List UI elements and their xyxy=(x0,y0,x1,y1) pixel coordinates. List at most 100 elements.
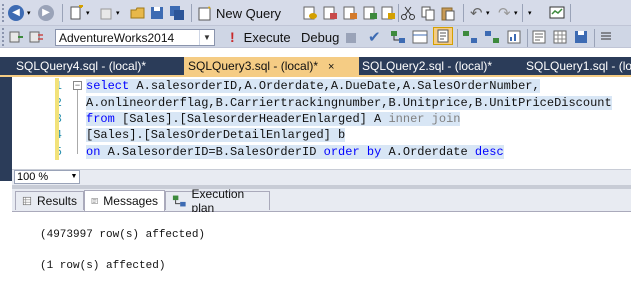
include-actual-plan-button[interactable] xyxy=(462,28,478,46)
back-dropdown[interactable]: ▾ xyxy=(27,4,31,22)
new-query-icon xyxy=(198,6,211,21)
intellisense-icon xyxy=(437,29,449,43)
execute-icon: ! xyxy=(230,29,235,45)
document-tab-bar: SQLQuery4.sql - (local)* SQLQuery3.sql -… xyxy=(0,57,631,75)
db-engine-query-button[interactable] xyxy=(302,4,318,22)
chevron-down-icon[interactable]: ▼ xyxy=(199,30,214,45)
new-item-icon xyxy=(70,5,83,20)
cut-button[interactable] xyxy=(400,4,416,22)
add-item-dropdown[interactable]: ▾ xyxy=(116,4,120,22)
tab-messages[interactable]: Messages xyxy=(84,190,165,211)
keyword: desc xyxy=(474,145,504,159)
left-dock-strip xyxy=(0,77,12,181)
message-line: (1 row(s) affected) xyxy=(40,260,166,272)
stop-button[interactable] xyxy=(346,29,356,47)
dmx-query-icon xyxy=(343,6,357,20)
keyword: inner join xyxy=(388,112,461,126)
results-to-text-button[interactable] xyxy=(531,28,547,46)
copy-icon xyxy=(421,6,435,21)
toolbar-dropdown[interactable]: ▾ xyxy=(528,4,532,22)
messages-pane[interactable]: (4973997 row(s) affected) (1 row(s) affe… xyxy=(12,212,631,301)
change-connection-button[interactable] xyxy=(28,28,44,46)
add-item-icon xyxy=(100,8,112,20)
comment-button[interactable] xyxy=(598,28,614,46)
stop-icon xyxy=(346,33,356,43)
results-to-text-icon xyxy=(532,30,546,44)
client-statistics-button[interactable] xyxy=(506,28,522,46)
results-grid-icon xyxy=(22,196,32,206)
cut-icon xyxy=(401,6,415,20)
forward-button[interactable]: ▶ xyxy=(38,4,54,22)
connect-icon xyxy=(9,31,23,43)
tab-label: SQLQuery4.sql - (local)* xyxy=(16,59,147,73)
standard-toolbar: ◀ ▾ ▶ ▾ ▾ New Query ↶ ▾ ↷ ▾ ▾ xyxy=(0,0,631,26)
collapse-icon[interactable]: − xyxy=(73,81,82,90)
live-query-stats-button[interactable] xyxy=(484,28,500,46)
client-statistics-icon xyxy=(507,30,521,44)
outline-line xyxy=(77,90,78,154)
open-icon xyxy=(130,7,145,19)
new-item-dropdown[interactable]: ▾ xyxy=(86,4,90,22)
toolbar-grip[interactable] xyxy=(2,4,7,22)
change-connection-icon xyxy=(29,31,43,43)
mdx-query-button[interactable] xyxy=(322,4,338,22)
xmla-query-button[interactable] xyxy=(362,4,378,22)
new-item-button[interactable] xyxy=(68,4,84,22)
copy-button[interactable] xyxy=(420,4,436,22)
paste-icon xyxy=(441,7,455,21)
changed-lines-marker xyxy=(55,78,59,160)
save-all-button[interactable] xyxy=(169,4,185,22)
code-text: A.Orderdate xyxy=(381,145,475,159)
intellisense-toggle[interactable] xyxy=(433,27,453,45)
new-query-button[interactable]: New Query xyxy=(197,4,281,22)
save-button[interactable] xyxy=(149,4,165,22)
dax-query-button[interactable] xyxy=(380,4,396,22)
save-all-icon xyxy=(170,6,184,20)
tab-sqlquery4[interactable]: SQLQuery4.sql - (local)* xyxy=(12,57,146,75)
database-selector[interactable]: AdventureWorks2014 ▼ xyxy=(55,29,215,46)
new-query-label: New Query xyxy=(216,5,282,21)
add-item-button[interactable] xyxy=(98,4,114,22)
open-button[interactable] xyxy=(130,4,146,22)
tab-results[interactable]: Results xyxy=(15,191,84,210)
code-line-4[interactable]: [Sales].[SalesOrderDetailEnlarged] b xyxy=(86,128,346,142)
tab-label: SQLQuery1.sql - (local) xyxy=(526,59,631,73)
zoom-selector[interactable]: 100 % ▼ xyxy=(14,170,80,184)
tab-sqlquery1[interactable]: SQLQuery1.sql - (local) xyxy=(522,57,631,75)
paste-button[interactable] xyxy=(440,4,456,22)
dmx-query-button[interactable] xyxy=(342,4,358,22)
results-to-grid-button[interactable] xyxy=(552,28,568,46)
xmla-query-icon xyxy=(363,6,377,20)
redo-dropdown[interactable]: ▾ xyxy=(514,4,518,22)
code-line-3[interactable]: from [Sales].[SalesorderHeaderEnlarged] … xyxy=(86,112,461,126)
estimated-plan-icon xyxy=(391,31,405,43)
code-line-1[interactable]: select A.salesorderID,A.Orderdate,A.DueD… xyxy=(86,79,540,93)
results-to-file-icon xyxy=(575,31,587,43)
code-text: A.onlineorderflag,B.Carriertrackingnumbe… xyxy=(86,96,612,110)
connect-button[interactable] xyxy=(8,28,24,46)
chevron-down-icon: ▼ xyxy=(70,173,78,180)
keyword: select xyxy=(86,79,130,93)
editor-status-bar: 100 % ▼ xyxy=(12,169,631,186)
display-estimated-plan-button[interactable] xyxy=(390,28,406,46)
tab-sqlquery3[interactable]: SQLQuery3.sql - (local)* × xyxy=(184,57,359,75)
code-line-5[interactable]: on A.SalesorderID=B.SalesOrderID order b… xyxy=(86,145,504,159)
redo-button[interactable]: ↷ xyxy=(498,4,511,22)
toolbar-grip[interactable] xyxy=(2,28,7,46)
query-designer-button[interactable] xyxy=(412,28,428,46)
tab-label: Execution plan xyxy=(191,187,245,215)
undo-button[interactable]: ↶ xyxy=(470,4,483,22)
actual-plan-icon xyxy=(463,31,477,43)
undo-dropdown[interactable]: ▾ xyxy=(486,4,490,22)
results-to-file-button[interactable] xyxy=(573,28,589,46)
execute-button[interactable]: ! Execute xyxy=(230,28,291,46)
close-tab-icon[interactable]: × xyxy=(328,61,334,73)
debug-button[interactable]: Debug xyxy=(301,28,339,46)
back-button[interactable]: ◀ xyxy=(8,4,24,22)
activity-monitor-button[interactable] xyxy=(549,4,565,22)
tab-sqlquery2[interactable]: SQLQuery2.sql - (local)* xyxy=(358,57,492,75)
message-line: (4973997 row(s) affected) xyxy=(40,229,206,241)
tab-execution-plan[interactable]: Execution plan xyxy=(165,187,270,215)
parse-button[interactable]: ✔ xyxy=(368,28,381,46)
code-line-2[interactable]: A.onlineorderflag,B.Carriertrackingnumbe… xyxy=(86,96,612,110)
